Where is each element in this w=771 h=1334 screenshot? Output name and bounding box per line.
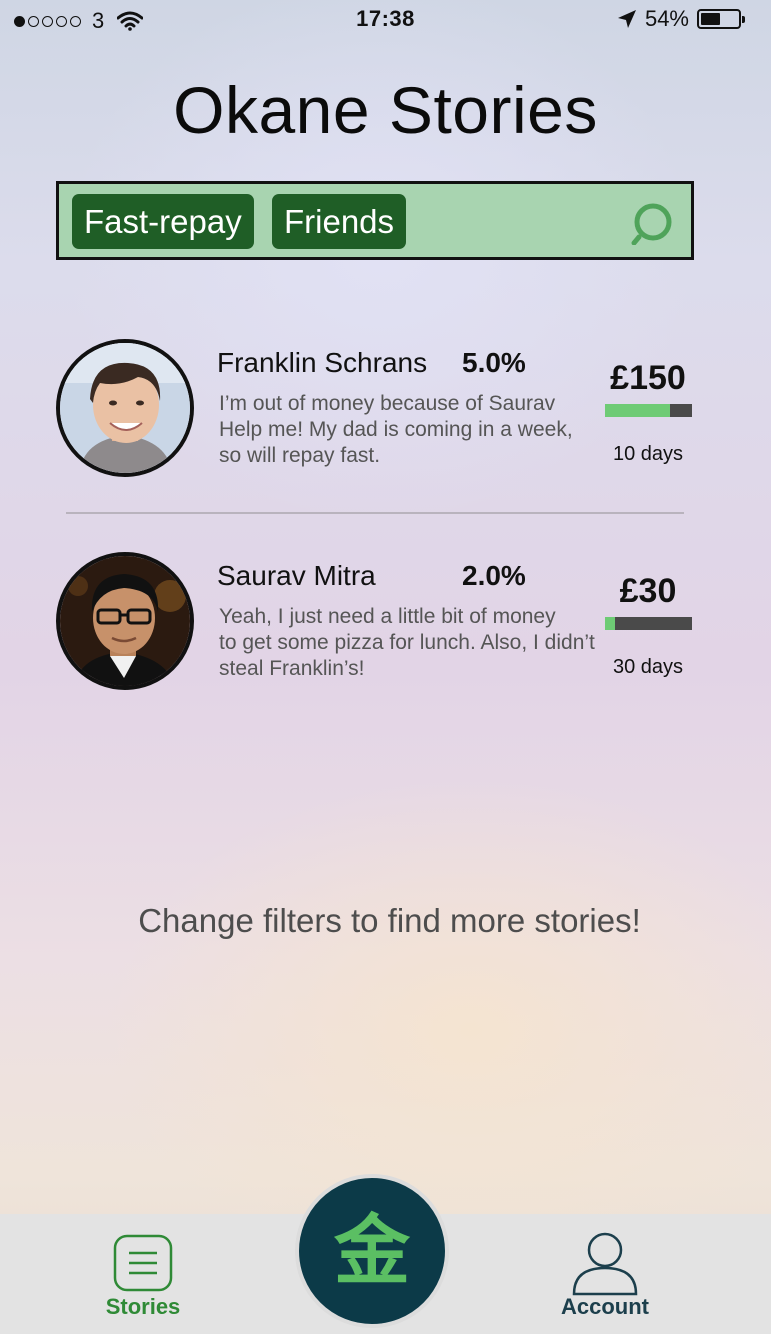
tab-account[interactable]: Account bbox=[548, 1232, 662, 1320]
funding-progress-fill bbox=[605, 617, 616, 630]
story-name: Franklin Schrans bbox=[217, 347, 428, 378]
funding-progress-fill bbox=[605, 404, 671, 417]
location-arrow-icon bbox=[617, 10, 636, 28]
user-icon bbox=[572, 1232, 638, 1296]
battery-icon bbox=[697, 9, 745, 29]
story-description: Yeah, I just need a little bit of money … bbox=[219, 604, 599, 682]
story-text-line: so will repay fast. bbox=[219, 444, 381, 467]
money-kanji-icon: 金 bbox=[334, 1206, 410, 1295]
filter-search-bar[interactable]: Fast-repay Friends bbox=[56, 181, 694, 260]
story-card[interactable]: Saurav Mitra 2.0% Yeah, I just need a li… bbox=[0, 548, 771, 698]
tab-stories[interactable]: Stories bbox=[88, 1234, 198, 1320]
funding-progress-bar bbox=[605, 404, 692, 417]
tab-account-label: Account bbox=[561, 1294, 649, 1319]
battery-percent: 54% bbox=[644, 6, 689, 31]
filter-chip-fast-repay[interactable]: Fast-repay bbox=[72, 194, 254, 249]
repay-days: 10 days bbox=[612, 443, 684, 465]
story-name: Saurav Mitra bbox=[217, 560, 376, 591]
page-title: Okane Stories bbox=[173, 73, 598, 147]
loan-amount: £150 bbox=[610, 359, 686, 397]
search-icon[interactable] bbox=[631, 201, 675, 245]
battery-level bbox=[701, 13, 721, 25]
filter-chip-friends[interactable]: Friends bbox=[272, 194, 407, 249]
funding-progress-bar bbox=[605, 617, 692, 630]
filter-hint-text: Change filters to find more stories! bbox=[138, 902, 641, 939]
story-card[interactable]: Franklin Schrans 5.0% I’m out of money b… bbox=[0, 335, 771, 485]
story-text-line: Yeah, I just need a little bit of money bbox=[219, 605, 556, 628]
story-text-line: steal Franklin’s! bbox=[219, 657, 365, 680]
story-text-line: to get some pizza for lunch. Also, I did… bbox=[219, 631, 595, 654]
status-right: 54% bbox=[617, 6, 745, 32]
avatar bbox=[56, 552, 194, 690]
story-divider bbox=[66, 512, 684, 514]
loan-amount: £30 bbox=[619, 572, 677, 610]
tab-stories-label: Stories bbox=[105, 1294, 181, 1319]
avatar bbox=[56, 339, 194, 477]
list-icon bbox=[113, 1234, 173, 1292]
story-text-line: Help me! My dad is coming in a week, bbox=[219, 418, 573, 441]
repay-days: 30 days bbox=[612, 656, 684, 678]
story-description: I’m out of money because of Saurav Help … bbox=[219, 391, 599, 469]
interest-rate: 2.0% bbox=[462, 560, 526, 591]
interest-rate: 5.0% bbox=[462, 347, 526, 378]
story-text-line: I’m out of money because of Saurav bbox=[219, 392, 556, 415]
center-action-button[interactable]: 金 bbox=[295, 1174, 449, 1328]
status-bar: 3 17:38 54% bbox=[0, 0, 771, 40]
